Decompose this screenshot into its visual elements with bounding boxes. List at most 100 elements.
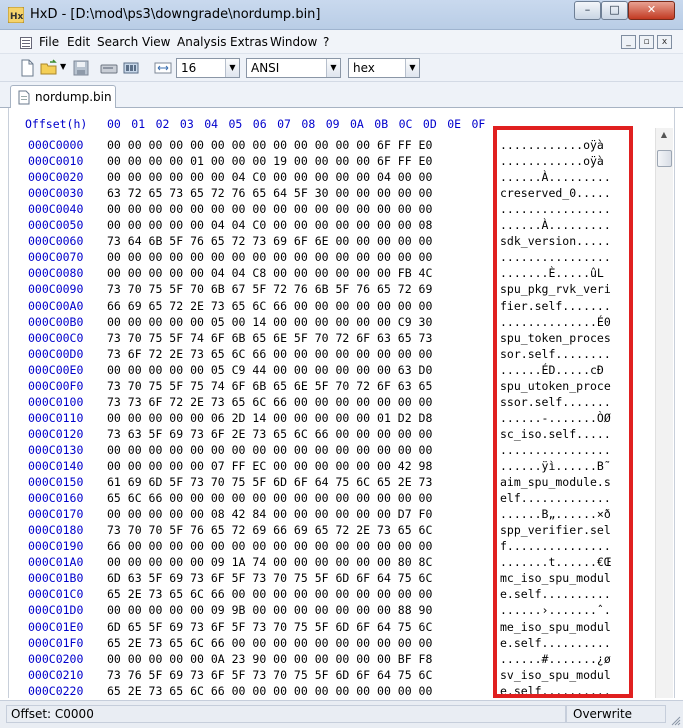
row-offset[interactable]: 000C0110 — [28, 411, 83, 425]
row-offset[interactable]: 000C0030 — [28, 186, 83, 200]
row-offset[interactable]: 000C00D0 — [28, 347, 83, 361]
row-offset[interactable]: 000C00A0 — [28, 299, 83, 313]
row-offset[interactable]: 000C0020 — [28, 170, 83, 184]
menu-analysis[interactable]: Analysis — [177, 35, 226, 49]
row-hex-bytes[interactable]: 73 70 75 5F 75 74 6F 6B 65 6E 5F 70 72 6… — [107, 379, 432, 393]
row-hex-bytes[interactable]: 00 00 00 00 01 00 00 00 19 00 00 00 00 6… — [107, 154, 432, 168]
row-offset[interactable]: 000C00C0 — [28, 331, 83, 345]
row-offset[interactable]: 000C0090 — [28, 282, 83, 296]
row-hex-bytes[interactable]: 00 00 00 00 00 00 04 C0 00 00 00 00 00 0… — [107, 170, 432, 184]
row-hex-bytes[interactable]: 00 00 00 00 00 09 9B 00 00 00 00 00 00 0… — [107, 603, 432, 617]
row-hex-bytes[interactable]: 73 73 6F 72 2E 73 65 6C 66 00 00 00 00 0… — [107, 395, 432, 409]
row-offset[interactable]: 000C01D0 — [28, 603, 83, 617]
row-hex-bytes[interactable]: 65 2E 73 65 6C 66 00 00 00 00 00 00 00 0… — [107, 636, 432, 650]
row-offset[interactable]: 000C01C0 — [28, 587, 83, 601]
scroll-up-icon[interactable]: ▲ — [657, 130, 671, 144]
row-offset[interactable]: 000C0010 — [28, 154, 83, 168]
row-hex-bytes[interactable]: 00 00 00 00 00 09 1A 74 00 00 00 00 00 0… — [107, 555, 432, 569]
row-offset[interactable]: 000C0100 — [28, 395, 83, 409]
display-mode-select[interactable]: hex ▼ — [348, 58, 420, 78]
row-offset[interactable]: 000C0170 — [28, 507, 83, 521]
row-offset[interactable]: 000C0210 — [28, 668, 83, 682]
menu-window[interactable]: Window — [270, 35, 317, 49]
row-hex-bytes[interactable]: 65 2E 73 65 6C 66 00 00 00 00 00 00 00 0… — [107, 587, 432, 601]
menu-view[interactable]: View — [142, 35, 170, 49]
scroll-thumb[interactable] — [657, 150, 672, 167]
row-hex-bytes[interactable]: 00 00 00 00 00 00 00 00 00 00 00 00 00 6… — [107, 138, 432, 152]
row-hex-bytes[interactable]: 73 70 75 5F 70 6B 67 5F 72 76 6B 5F 76 6… — [107, 282, 432, 296]
row-hex-bytes[interactable]: 73 70 70 5F 76 65 72 69 66 69 65 72 2E 7… — [107, 523, 432, 537]
row-offset[interactable]: 000C0050 — [28, 218, 83, 232]
row-offset[interactable]: 000C0140 — [28, 459, 83, 473]
row-hex-bytes[interactable]: 00 00 00 00 00 04 04 C8 00 00 00 00 00 0… — [107, 266, 432, 280]
row-offset[interactable]: 000C01B0 — [28, 571, 83, 585]
mdi-restore-button[interactable]: ▫ — [639, 35, 654, 49]
row-offset[interactable]: 000C0080 — [28, 266, 83, 280]
row-hex-bytes[interactable]: 73 70 75 5F 74 6F 6B 65 6E 5F 70 72 6F 6… — [107, 331, 432, 345]
status-edit-mode[interactable]: Overwrite — [566, 705, 666, 723]
row-offset[interactable]: 000C00E0 — [28, 363, 83, 377]
row-offset[interactable]: 000C01A0 — [28, 555, 83, 569]
row-hex-bytes[interactable]: 00 00 00 00 00 04 04 C0 00 00 00 00 00 0… — [107, 218, 432, 232]
row-hex-bytes[interactable]: 6D 63 5F 69 73 6F 5F 73 70 75 5F 6D 6F 6… — [107, 571, 432, 585]
open-dropdown-icon[interactable]: ▼ — [60, 62, 66, 71]
chevron-down-icon[interactable]: ▼ — [225, 59, 239, 77]
row-offset[interactable]: 000C0160 — [28, 491, 83, 505]
row-offset[interactable]: 000C0120 — [28, 427, 83, 441]
close-button[interactable]: ✕ — [628, 1, 675, 20]
new-file-icon[interactable] — [18, 59, 36, 77]
row-hex-bytes[interactable]: 00 00 00 00 00 00 00 00 00 00 00 00 00 0… — [107, 250, 432, 264]
row-offset[interactable]: 000C01F0 — [28, 636, 83, 650]
open-disk-icon[interactable] — [100, 59, 118, 77]
row-hex-bytes[interactable]: 61 69 6D 5F 73 70 75 5F 6D 6F 64 75 6C 6… — [107, 475, 432, 489]
menu-help[interactable]: ? — [323, 35, 329, 49]
vertical-scrollbar[interactable]: ▲ — [655, 128, 673, 698]
row-hex-bytes[interactable]: 00 00 00 00 00 00 00 00 00 00 00 00 00 0… — [107, 443, 432, 457]
row-hex-bytes[interactable]: 65 6C 66 00 00 00 00 00 00 00 00 00 00 0… — [107, 491, 432, 505]
bytes-per-row-select[interactable]: 16 ▼ — [176, 58, 240, 78]
row-hex-bytes[interactable]: 00 00 00 00 00 05 00 14 00 00 00 00 00 0… — [107, 315, 432, 329]
charset-select[interactable]: ANSI ▼ — [246, 58, 341, 78]
row-hex-bytes[interactable]: 00 00 00 00 00 08 42 84 00 00 00 00 00 0… — [107, 507, 432, 521]
row-offset[interactable]: 000C0060 — [28, 234, 83, 248]
row-offset[interactable]: 000C0070 — [28, 250, 83, 264]
row-offset[interactable]: 000C0200 — [28, 652, 83, 666]
open-ram-icon[interactable] — [122, 59, 140, 77]
mdi-minimize-button[interactable]: _ — [621, 35, 636, 49]
row-hex-bytes[interactable]: 00 00 00 00 00 05 C9 44 00 00 00 00 00 0… — [107, 363, 432, 377]
row-offset[interactable]: 000C0150 — [28, 475, 83, 489]
row-hex-bytes[interactable]: 73 64 6B 5F 76 65 72 73 69 6F 6E 00 00 0… — [107, 234, 432, 248]
row-hex-bytes[interactable]: 6D 65 5F 69 73 6F 5F 73 70 75 5F 6D 6F 6… — [107, 620, 432, 634]
save-disk-icon[interactable] — [72, 59, 90, 77]
row-offset[interactable]: 000C01E0 — [28, 620, 83, 634]
row-offset[interactable]: 000C00F0 — [28, 379, 83, 393]
resize-grip-icon[interactable] — [671, 716, 681, 726]
hxd-app-icon[interactable]: Hx — [8, 7, 24, 23]
menu-edit[interactable]: Edit — [67, 35, 90, 49]
menu-extras[interactable]: Extras — [230, 35, 268, 49]
row-hex-bytes[interactable]: 73 63 5F 69 73 6F 2E 73 65 6C 66 00 00 0… — [107, 427, 432, 441]
minimize-button[interactable]: – — [574, 1, 601, 20]
open-folder-icon[interactable] — [40, 59, 58, 77]
chevron-down-icon[interactable]: ▼ — [405, 59, 419, 77]
row-offset[interactable]: 000C0180 — [28, 523, 83, 537]
menu-file[interactable]: File — [39, 35, 59, 49]
row-hex-bytes[interactable]: 66 00 00 00 00 00 00 00 00 00 00 00 00 0… — [107, 539, 432, 553]
row-hex-bytes[interactable]: 00 00 00 00 00 00 00 00 00 00 00 00 00 0… — [107, 202, 432, 216]
row-hex-bytes[interactable]: 00 00 00 00 00 07 FF EC 00 00 00 00 00 0… — [107, 459, 432, 473]
row-offset[interactable]: 000C00B0 — [28, 315, 83, 329]
tab-nordump[interactable]: nordump.bin — [10, 85, 116, 109]
row-offset[interactable]: 000C0040 — [28, 202, 83, 216]
row-offset[interactable]: 000C0130 — [28, 443, 83, 457]
row-hex-bytes[interactable]: 65 2E 73 65 6C 66 00 00 00 00 00 00 00 0… — [107, 684, 432, 698]
row-hex-bytes[interactable]: 66 69 65 72 2E 73 65 6C 66 00 00 00 00 0… — [107, 299, 432, 313]
menu-search[interactable]: Search — [97, 35, 138, 49]
mdi-close-button[interactable]: x — [657, 35, 672, 49]
row-hex-bytes[interactable]: 00 00 00 00 00 0A 23 90 00 00 00 00 00 0… — [107, 652, 432, 666]
row-offset[interactable]: 000C0000 — [28, 138, 83, 152]
row-hex-bytes[interactable]: 73 76 5F 69 73 6F 5F 73 70 75 5F 6D 6F 6… — [107, 668, 432, 682]
row-hex-bytes[interactable]: 00 00 00 00 00 06 2D 14 00 00 00 00 00 0… — [107, 411, 432, 425]
row-hex-bytes[interactable]: 73 6F 72 2E 73 65 6C 66 00 00 00 00 00 0… — [107, 347, 432, 361]
document-menu-icon[interactable] — [20, 37, 32, 49]
row-offset[interactable]: 000C0190 — [28, 539, 83, 553]
